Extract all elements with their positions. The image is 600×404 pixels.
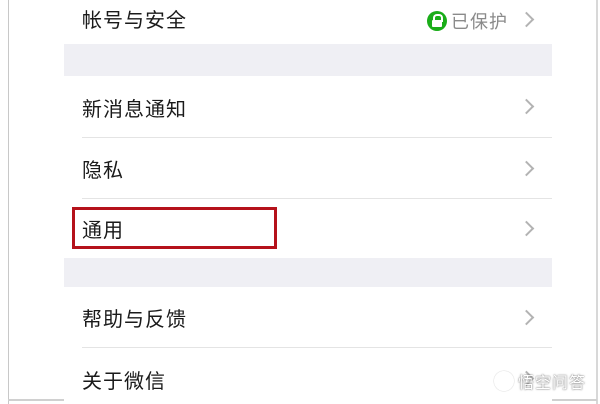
settings-item-help-feedback[interactable]: 帮助与反馈 bbox=[64, 287, 552, 347]
frame-right-rule bbox=[596, 0, 598, 404]
lock-icon bbox=[427, 11, 447, 31]
settings-screen: 帐号与安全 已保护 新消息通知 隐私 通用 帮助与反馈 关于微信 bbox=[64, 0, 552, 404]
settings-item-label: 通用 bbox=[82, 218, 124, 242]
chevron-right-icon bbox=[518, 220, 535, 237]
wukong-logo-icon bbox=[493, 371, 514, 391]
chevron-right-icon bbox=[518, 11, 535, 28]
settings-item-label: 帮助与反馈 bbox=[82, 307, 187, 331]
chevron-right-icon bbox=[518, 160, 535, 177]
settings-item-general[interactable]: 通用 bbox=[64, 199, 552, 258]
settings-item-label: 隐私 bbox=[82, 158, 124, 182]
watermark: 悟空问答 bbox=[493, 369, 586, 393]
settings-item-about[interactable]: 关于微信 bbox=[64, 348, 552, 404]
settings-item-label: 关于微信 bbox=[82, 369, 166, 393]
settings-item-notifications[interactable]: 新消息通知 bbox=[64, 76, 552, 137]
settings-item-account-security[interactable]: 帐号与安全 已保护 bbox=[64, 0, 552, 44]
watermark-text: 悟空问答 bbox=[517, 373, 586, 392]
section-separator bbox=[64, 258, 552, 287]
settings-item-label: 新消息通知 bbox=[82, 97, 187, 121]
settings-item-privacy[interactable]: 隐私 bbox=[64, 138, 552, 198]
protection-status-text: 已保护 bbox=[451, 12, 508, 33]
frame-left-rule bbox=[8, 0, 9, 404]
screenshot-frame: 帐号与安全 已保护 新消息通知 隐私 通用 帮助与反馈 关于微信 悟空问答 bbox=[0, 0, 600, 404]
chevron-right-icon bbox=[518, 98, 535, 115]
settings-item-label: 帐号与安全 bbox=[82, 8, 187, 32]
section-separator bbox=[64, 44, 552, 76]
chevron-right-icon bbox=[518, 309, 535, 326]
protection-status: 已保护 bbox=[427, 8, 508, 34]
